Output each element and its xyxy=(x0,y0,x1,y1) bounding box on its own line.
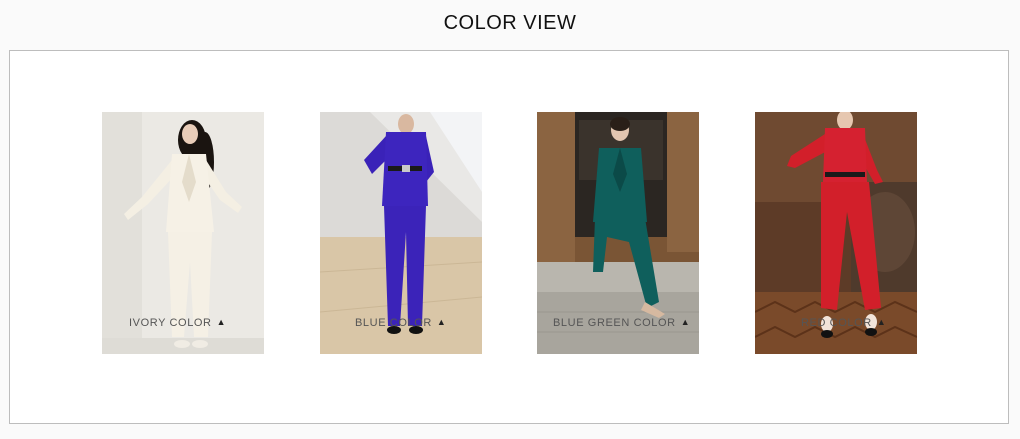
triangle-up-icon[interactable]: ▲ xyxy=(437,317,447,327)
color-view-panel: IVORY COLOR ▲ BLUE COLOR ▲ BLUE GREEN CO… xyxy=(9,50,1009,424)
color-label-blue-green[interactable]: BLUE GREEN COLOR ▲ xyxy=(553,317,690,329)
triangle-up-icon[interactable]: ▲ xyxy=(877,317,887,327)
color-label-ivory[interactable]: IVORY COLOR ▲ xyxy=(129,317,226,329)
color-label-blue[interactable]: BLUE COLOR ▲ xyxy=(355,317,446,329)
label-text[interactable]: BLUE GREEN COLOR xyxy=(553,317,676,329)
page-title: COLOR VIEW xyxy=(443,12,577,34)
triangle-up-icon[interactable]: ▲ xyxy=(217,317,227,327)
label-text[interactable]: RED COLOR xyxy=(801,317,872,329)
label-text[interactable]: BLUE COLOR xyxy=(355,317,432,329)
triangle-up-icon[interactable]: ▲ xyxy=(681,317,691,327)
color-label-red[interactable]: RED COLOR ▲ xyxy=(801,317,886,329)
label-text[interactable]: IVORY COLOR xyxy=(129,317,212,329)
